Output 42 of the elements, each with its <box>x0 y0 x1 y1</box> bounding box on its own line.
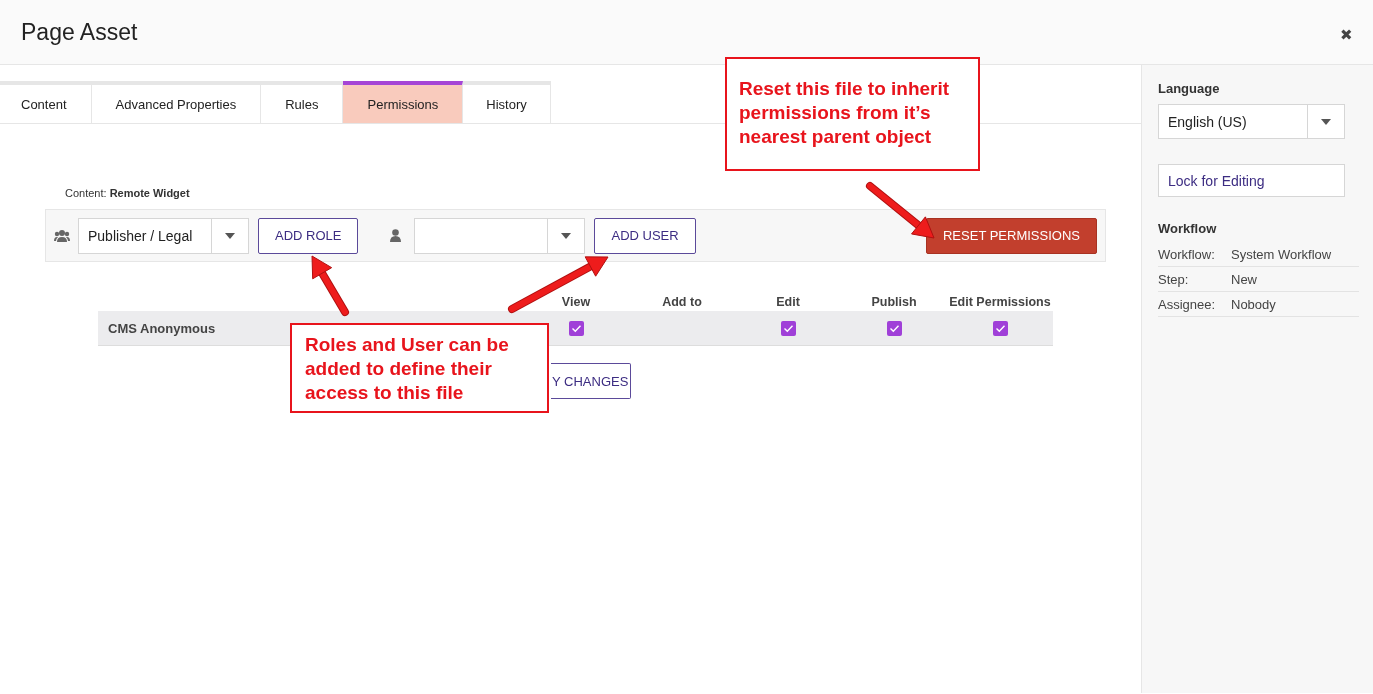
checkbox[interactable] <box>886 320 902 336</box>
column-header: View <box>561 295 591 309</box>
group-icon <box>54 228 70 243</box>
workflow-value: Nobody <box>1231 296 1276 312</box>
user-icon <box>390 229 402 242</box>
workflow-label: Assignee: <box>1158 296 1217 312</box>
tab[interactable]: History <box>463 81 551 123</box>
role-name: CMS Anonymous <box>108 320 216 336</box>
window-title: Page Asset <box>21 18 138 46</box>
add-role-button[interactable]: ADD ROLE <box>258 217 359 254</box>
column-header: Publish <box>871 295 917 309</box>
language-label: Language <box>1158 81 1221 96</box>
add-user-button[interactable]: ADD USER <box>594 217 696 254</box>
tab[interactable]: Content <box>0 81 92 123</box>
tab[interactable]: Rules <box>261 81 344 123</box>
role-select[interactable]: Publisher / Legal <box>78 217 249 254</box>
tab[interactable]: Permissions <box>343 81 464 123</box>
checkbox[interactable] <box>780 320 796 336</box>
close-button[interactable]: ✖ <box>1340 26 1353 44</box>
workflow-value: System Workflow <box>1231 246 1332 262</box>
lock-for-editing-button[interactable]: Lock for Editing <box>1158 164 1345 197</box>
column-header: Edit <box>776 295 800 309</box>
caret-icon <box>225 232 235 239</box>
column-header: Edit Permissions <box>949 295 1051 309</box>
workflow-value: New <box>1231 271 1257 287</box>
apply-changes-button[interactable]: Y CHANGES <box>551 363 631 399</box>
annotation-arrow <box>311 255 349 316</box>
caret-icon <box>1321 118 1331 125</box>
tab[interactable]: Advanced Properties <box>91 81 262 123</box>
workflow-label: Workflow: <box>1158 246 1216 262</box>
annotation-callout: Reset this file to inherit permissions from it’s nearest parent object <box>725 57 980 171</box>
caret-icon <box>561 232 572 239</box>
annotation-callout: Roles and User can be added to define their access to this file <box>290 323 549 413</box>
annotation-arrow <box>866 182 935 239</box>
content-label: Content: Remote Widget <box>65 187 191 199</box>
reset-permissions-button[interactable]: RESET PERMISSIONS <box>926 217 1097 254</box>
checkbox[interactable] <box>992 320 1008 336</box>
checkbox[interactable] <box>568 320 584 336</box>
workflow-heading: Workflow <box>1158 221 1218 236</box>
workflow-label: Step: <box>1158 271 1190 287</box>
column-header: Add to <box>662 295 702 309</box>
language-select[interactable]: English (US) <box>1158 104 1345 139</box>
